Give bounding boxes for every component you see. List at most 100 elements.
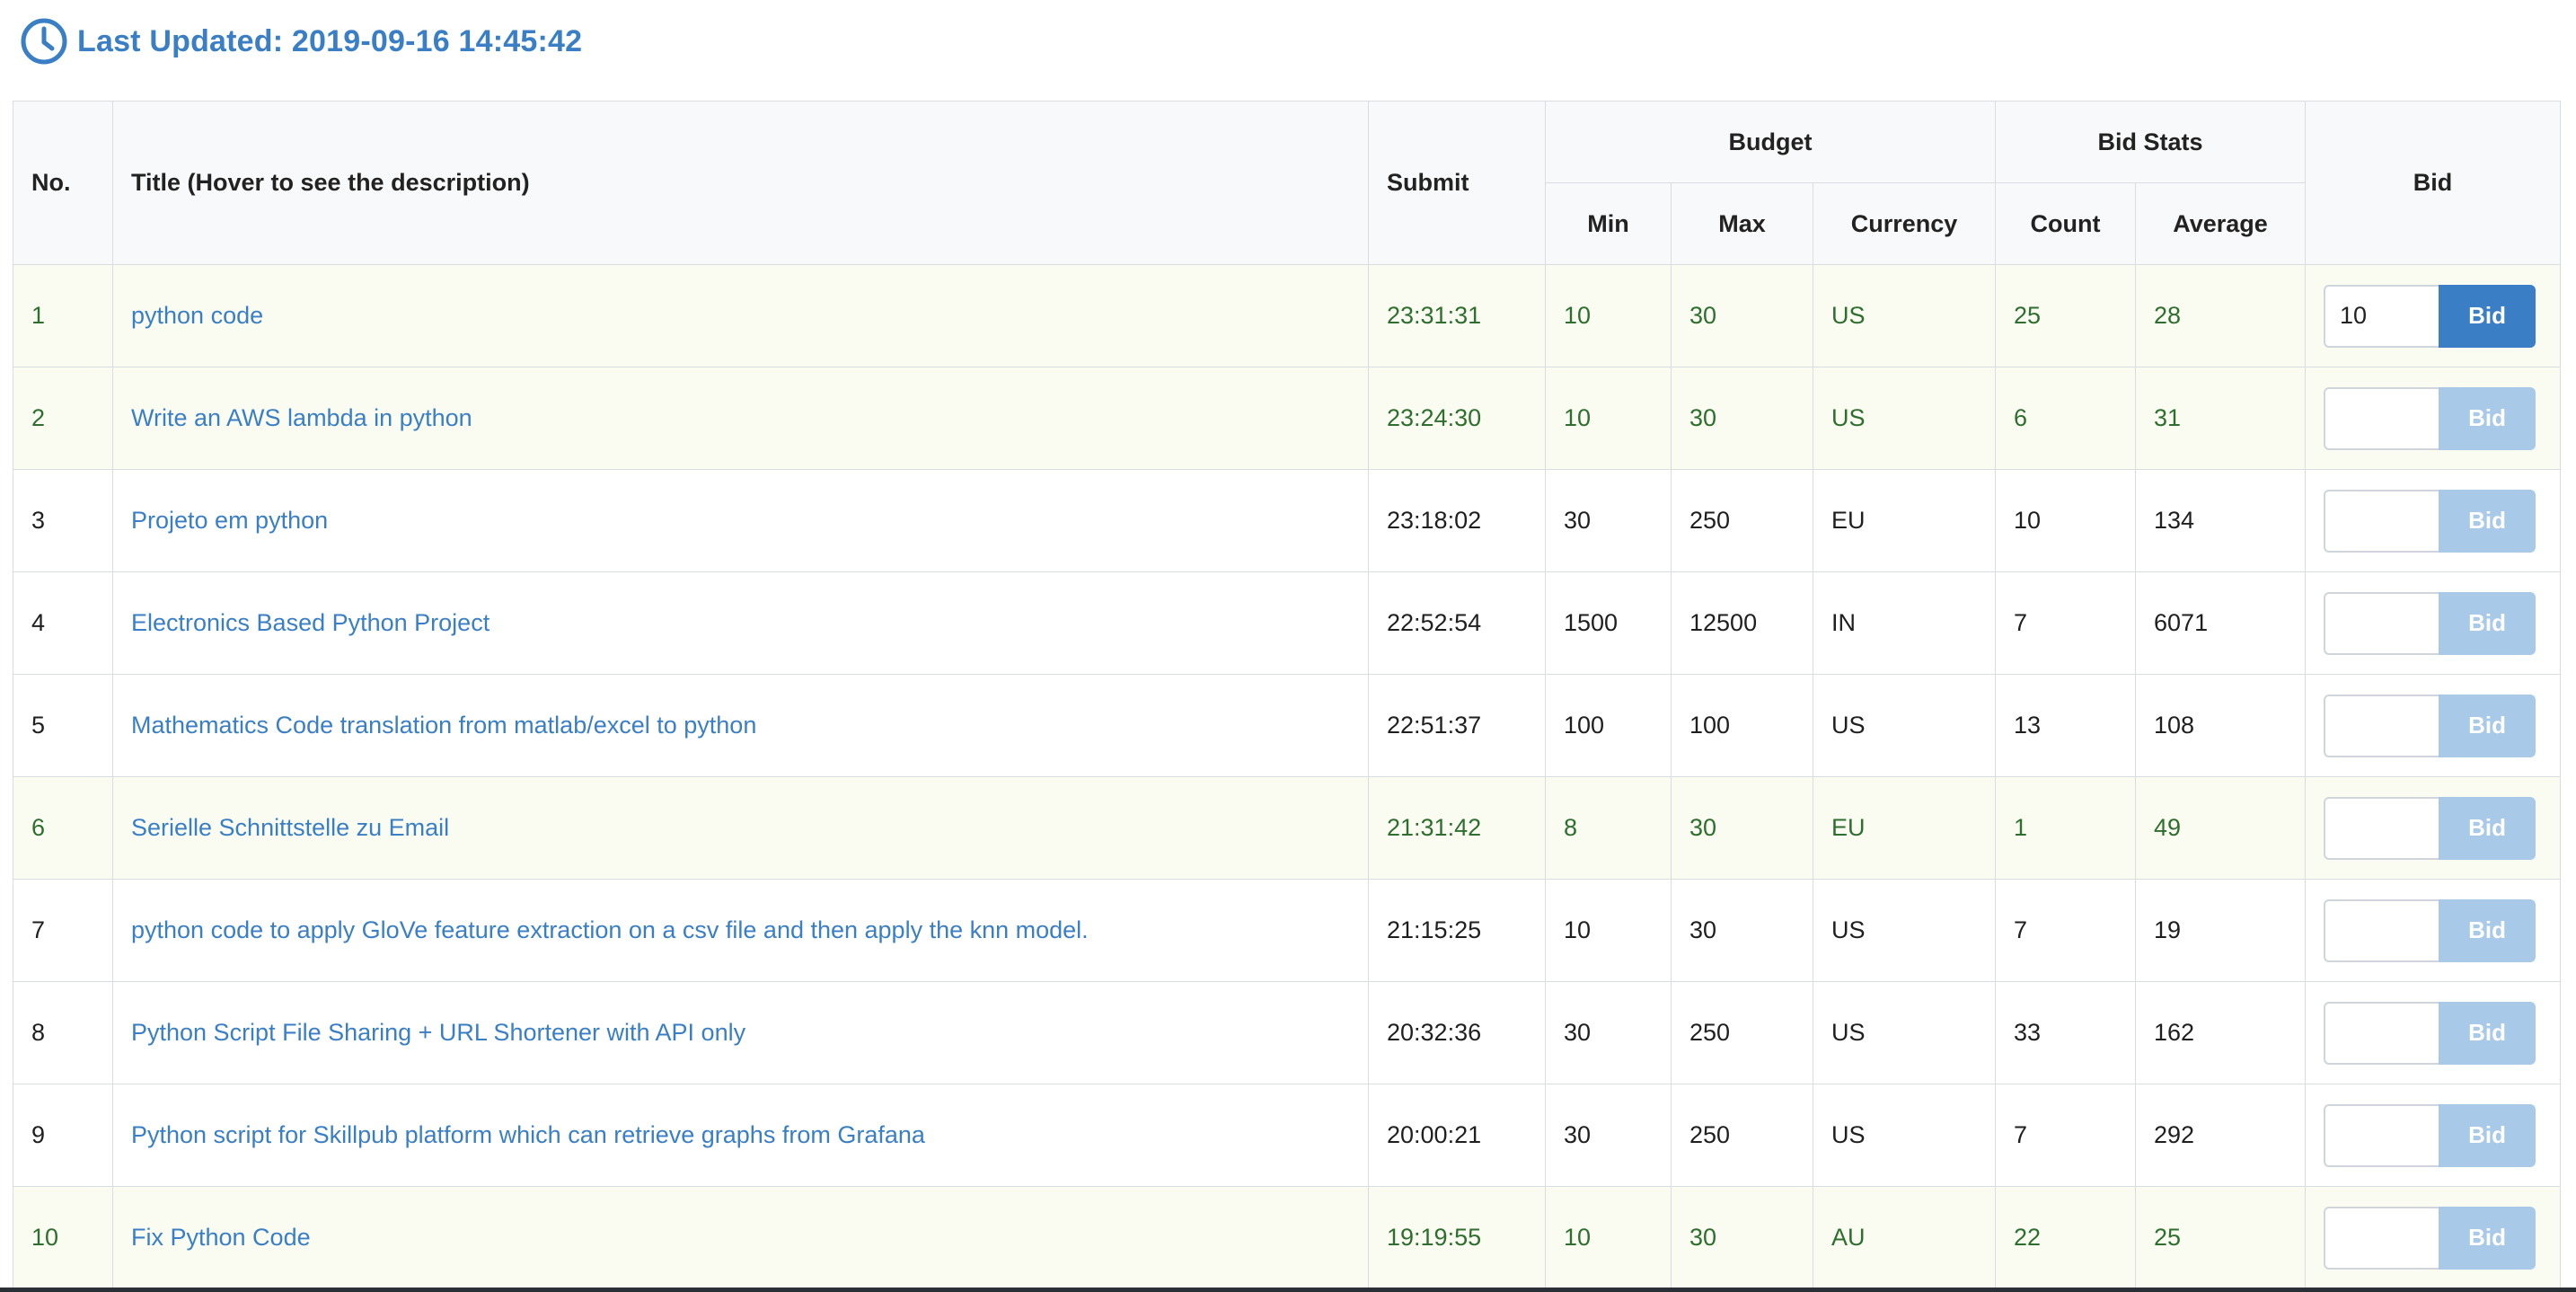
bid-amount-input[interactable] (2324, 284, 2439, 348)
project-title-link[interactable]: Serielle Schnittstelle zu Email (131, 814, 449, 841)
header-average[interactable]: Average (2135, 182, 2307, 265)
bid-button[interactable]: Bid (2439, 1206, 2536, 1270)
header-title[interactable]: Title (Hover to see the description) (112, 101, 1369, 265)
row-currency: AU (1812, 1186, 1997, 1289)
bid-amount-input[interactable] (2324, 898, 2439, 962)
row-number: 5 (13, 674, 113, 777)
bid-amount-input[interactable] (2324, 386, 2439, 450)
bid-group: Bid (2324, 386, 2542, 450)
row-budget-max: 30 (1671, 367, 1813, 470)
row-submit-time: 20:00:21 (1368, 1084, 1546, 1187)
row-bid-count: 13 (1995, 674, 2137, 777)
bid-amount-input[interactable] (2324, 1206, 2439, 1270)
row-bid-average: 108 (2135, 674, 2307, 777)
table-row: 4 Electronics Based Python Project 22:52:5… (13, 571, 2562, 675)
row-bid-average: 6071 (2135, 571, 2307, 675)
row-submit-time: 22:51:37 (1368, 674, 1546, 777)
row-currency: EU (1812, 776, 1997, 880)
row-bid-count: 22 (1995, 1186, 2137, 1289)
project-title-link[interactable]: Electronics Based Python Project (131, 609, 490, 636)
row-title-cell: Write an AWS lambda in python (112, 367, 1369, 470)
row-title-cell: Python Script File Sharing + URL Shorten… (112, 981, 1369, 1084)
row-bid-average: 31 (2135, 367, 2307, 470)
header-submit[interactable]: Submit (1368, 101, 1546, 265)
row-budget-max: 250 (1671, 469, 1813, 572)
bid-group: Bid (2324, 284, 2542, 348)
row-currency: US (1812, 674, 1997, 777)
bid-button[interactable]: Bid (2439, 1103, 2536, 1167)
row-title-cell: Python script for Skillpub platform whic… (112, 1084, 1369, 1187)
header-count[interactable]: Count (1995, 182, 2137, 265)
row-bid-cell: Bid (2305, 367, 2562, 470)
row-bid-average: 19 (2135, 879, 2307, 982)
row-submit-time: 23:24:30 (1368, 367, 1546, 470)
bid-button[interactable]: Bid (2439, 284, 2536, 348)
project-title-link[interactable]: Projeto em python (131, 507, 328, 534)
header-currency[interactable]: Currency (1812, 182, 1997, 265)
header-max[interactable]: Max (1671, 182, 1813, 265)
header-min[interactable]: Min (1545, 182, 1672, 265)
row-budget-max: 30 (1671, 264, 1813, 367)
bid-button[interactable]: Bid (2439, 386, 2536, 450)
clock-icon (20, 17, 68, 66)
row-title-cell: Fix Python Code (112, 1186, 1369, 1289)
row-submit-time: 23:18:02 (1368, 469, 1546, 572)
row-bid-average: 25 (2135, 1186, 2307, 1289)
project-title-link[interactable]: python code (131, 302, 263, 329)
row-bid-count: 6 (1995, 367, 2137, 470)
row-submit-time: 21:15:25 (1368, 879, 1546, 982)
bid-button[interactable]: Bid (2439, 591, 2536, 655)
row-budget-max: 250 (1671, 981, 1813, 1084)
table-row: 2 Write an AWS lambda in python 23:24:30 10… (13, 367, 2562, 470)
row-submit-time: 20:32:36 (1368, 981, 1546, 1084)
bid-amount-input[interactable] (2324, 796, 2439, 860)
bid-button[interactable]: Bid (2439, 796, 2536, 860)
bid-amount-input[interactable] (2324, 489, 2439, 553)
bid-button[interactable]: Bid (2439, 898, 2536, 962)
project-title-link[interactable]: Write an AWS lambda in python (131, 404, 472, 431)
row-submit-time: 19:19:55 (1368, 1186, 1546, 1289)
project-title-link[interactable]: Python Script File Sharing + URL Shorten… (131, 1019, 745, 1046)
project-title-link[interactable]: Mathematics Code translation from matlab… (131, 712, 756, 739)
table-row: 1 python code 23:31:311030US2528 Bid (13, 264, 2562, 367)
project-title-link[interactable]: Fix Python Code (131, 1224, 311, 1251)
row-title-cell: Serielle Schnittstelle zu Email (112, 776, 1369, 880)
row-number: 4 (13, 571, 113, 675)
row-budget-max: 30 (1671, 879, 1813, 982)
row-currency: US (1812, 367, 1997, 470)
row-budget-max: 100 (1671, 674, 1813, 777)
row-budget-min: 10 (1545, 879, 1672, 982)
table-row: 7 python code to apply GloVe feature extr… (13, 879, 2562, 982)
row-budget-min: 30 (1545, 981, 1672, 1084)
last-updated-text: Last Updated: 2019-09-16 14:45:42 (77, 23, 583, 58)
row-number: 6 (13, 776, 113, 880)
row-bid-cell: Bid (2305, 879, 2562, 982)
table-row: 5 Mathematics Code translation from matla… (13, 674, 2562, 777)
row-bid-average: 49 (2135, 776, 2307, 880)
bid-amount-input[interactable] (2324, 1001, 2439, 1065)
row-budget-max: 30 (1671, 1186, 1813, 1289)
row-bid-cell: Bid (2305, 981, 2562, 1084)
row-number: 8 (13, 981, 113, 1084)
table-row: 8 Python Script File Sharing + URL Shorte… (13, 981, 2562, 1084)
bid-amount-input[interactable] (2324, 1103, 2439, 1167)
header-bid: Bid (2305, 101, 2562, 265)
project-title-link[interactable]: Python script for Skillpub platform whic… (131, 1121, 925, 1148)
table-row: 9 Python script for Skillpub platform whi… (13, 1084, 2562, 1187)
bid-button[interactable]: Bid (2439, 694, 2536, 757)
bid-amount-input[interactable] (2324, 591, 2439, 655)
row-currency: US (1812, 981, 1997, 1084)
table-row: 6 Serielle Schnittstelle zu Email 21:31:42… (13, 776, 2562, 880)
bid-group: Bid (2324, 1001, 2542, 1065)
row-number: 9 (13, 1084, 113, 1187)
row-title-cell: Electronics Based Python Project (112, 571, 1369, 675)
bid-button[interactable]: Bid (2439, 489, 2536, 553)
header-bid-stats: Bid Stats (1995, 101, 2307, 183)
row-number: 7 (13, 879, 113, 982)
bid-button[interactable]: Bid (2439, 1001, 2536, 1065)
project-title-link[interactable]: python code to apply GloVe feature extra… (131, 916, 1089, 943)
row-currency: IN (1812, 571, 1997, 675)
header-no[interactable]: No. (13, 101, 113, 265)
bid-group: Bid (2324, 1206, 2542, 1270)
bid-amount-input[interactable] (2324, 694, 2439, 757)
